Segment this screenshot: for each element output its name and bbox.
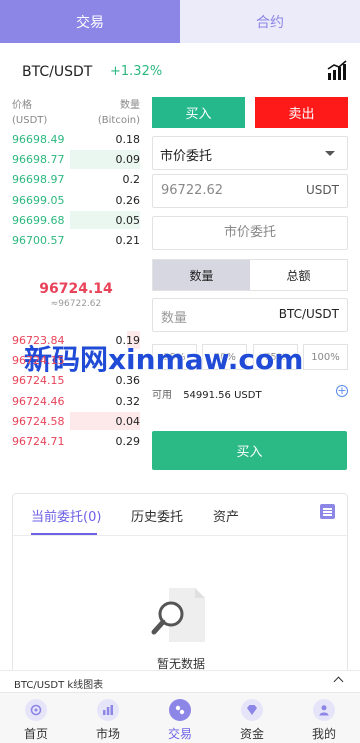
asks-qty: 0.18 — [115, 132, 141, 146]
kline-chart-bar[interactable]: BTC/USDT k线图表 — [0, 670, 360, 692]
bids-price: 96723.84 — [12, 333, 65, 347]
available-value: 54991.56 USDT — [183, 390, 262, 401]
nav-profile-label: 我的 — [311, 727, 336, 741]
chart-icon[interactable] — [326, 60, 348, 82]
orders-panel: 当前委托(0) 历史委托 资产 暂无数据 — [12, 493, 348, 673]
plus-icon[interactable]: + — [336, 385, 348, 397]
bids-row[interactable]: 96724.58 0.04 — [12, 411, 140, 431]
mode-total[interactable]: 总额 — [250, 260, 347, 290]
list-icon[interactable] — [320, 504, 335, 519]
market-order-text: 市价委托 — [223, 225, 276, 240]
trade-icon — [169, 699, 191, 721]
price-unit: USDT — [306, 183, 339, 197]
asks-qty: 0.26 — [115, 193, 141, 207]
quantity-placeholder: 数量 — [161, 311, 188, 326]
asks-row[interactable]: 96698.97 0.2 — [12, 170, 140, 190]
asks-row[interactable]: 96698.77 0.09 — [12, 149, 140, 169]
pair-change: +1.32% — [110, 64, 163, 79]
pair-header: BTC/USDT +1.32% — [0, 56, 360, 90]
orders-tabs: 当前委托(0) 历史委托 资产 — [13, 494, 347, 536]
asks-price: 96698.97 — [12, 173, 65, 187]
buy-side-button[interactable]: 买入 — [152, 97, 245, 128]
market-icon — [97, 699, 119, 721]
bids-qty: 0.29 — [115, 435, 141, 449]
asks-price: 96698.49 — [12, 132, 65, 146]
asks-price: 96698.77 — [12, 152, 65, 166]
bids-price: 96724.15 — [12, 374, 65, 388]
pair-name[interactable]: BTC/USDT — [22, 64, 92, 80]
quantity-input[interactable]: 数量 BTC/USDT — [152, 298, 348, 332]
mode-quantity[interactable]: 数量 — [153, 260, 250, 290]
kline-chart-label: BTC/USDT k线图表 — [14, 680, 104, 691]
asks-qty: 0.09 — [115, 152, 141, 166]
nav-market-label: 市场 — [95, 727, 120, 741]
bids-price: 96724.71 — [12, 435, 65, 449]
order-type-select[interactable]: 市价委托 — [152, 136, 348, 170]
nav-home-label: 首页 — [23, 727, 48, 741]
nav-market[interactable]: 市场 — [72, 693, 144, 743]
tab-trade[interactable]: 交易 — [0, 0, 180, 43]
last-price-approx: ≈96722.62 — [50, 299, 102, 309]
header-price-unit: (USDT) — [12, 115, 48, 126]
tab-order-history[interactable]: 历史委托 — [131, 506, 183, 525]
header-qty-unit: (Bitcoin) — [97, 115, 140, 126]
quantity-unit: BTC/USDT — [278, 307, 339, 321]
nav-trade-label: 交易 — [167, 727, 192, 741]
chevron-down-icon — [325, 151, 335, 156]
asks-row[interactable]: 96699.68 0.05 — [12, 210, 140, 230]
asks-qty: 0.2 — [122, 173, 141, 187]
bids-price: 96724.15 — [12, 353, 65, 367]
asks-price: 96700.57 — [12, 234, 65, 248]
percent-100-button[interactable]: 100% — [302, 344, 348, 370]
price-input[interactable]: 96722.62 USDT — [152, 174, 348, 208]
nav-profile[interactable]: 我的 — [288, 693, 360, 743]
bids-qty: 0.19 — [115, 333, 141, 347]
price-value: 96722.62 — [161, 183, 224, 198]
bids-row[interactable]: 96724.46 0.32 — [12, 391, 140, 411]
tab-current-orders[interactable]: 当前委托(0) — [31, 506, 101, 525]
bids-qty: 0.36 — [115, 374, 141, 388]
orderbook-asks: 96698.49 0.18 96698.77 0.09 96698.97 0.2 96699… — [12, 129, 140, 251]
funds-icon — [241, 699, 263, 721]
amount-mode-toggle: 数量 总额 — [152, 259, 348, 291]
bids-price: 96724.46 — [12, 394, 65, 408]
sell-side-button[interactable]: 卖出 — [255, 97, 348, 128]
chevron-up-icon[interactable] — [333, 676, 344, 687]
asks-qty: 0.05 — [115, 213, 141, 227]
asks-row[interactable]: 96700.57 0.21 — [12, 230, 140, 250]
asks-price: 96699.05 — [12, 193, 65, 207]
last-price: 96724.14 — [39, 281, 113, 297]
asks-price: 96699.68 — [12, 213, 65, 227]
orderbook-header: 价格 数量 (USDT) (Bitcoin) — [12, 98, 140, 128]
user-icon — [313, 699, 335, 721]
top-tabs: 交易 合约 — [0, 0, 360, 43]
asks-row[interactable]: 96699.05 0.26 — [12, 190, 140, 210]
header-price: 价格 — [12, 100, 32, 111]
asks-qty: 0.21 — [115, 234, 141, 248]
submit-buy-button[interactable]: 买入 — [152, 431, 347, 470]
asks-row[interactable]: 96698.49 0.18 — [12, 129, 140, 149]
bids-row[interactable]: 96724.71 0.29 — [12, 431, 140, 451]
bids-price: 96724.58 — [12, 414, 65, 428]
empty-data-icon — [151, 588, 205, 642]
bids-qty: 0.32 — [115, 394, 141, 408]
nav-funds[interactable]: 资金 — [216, 693, 288, 743]
market-order-field[interactable]: 市价委托 — [152, 216, 348, 250]
bids-qty: 0.04 — [115, 414, 141, 428]
watermark: 新码网xinmaw.com — [24, 343, 304, 376]
tab-assets[interactable]: 资产 — [213, 506, 239, 525]
nav-trade[interactable]: 交易 — [144, 693, 216, 743]
bottom-nav: 首页 市场 交易 资金 我的 — [0, 692, 360, 743]
header-qty: 数量 — [120, 100, 140, 111]
tab-underline — [31, 533, 97, 535]
available-balance: 可用 54991.56 USDT + — [152, 385, 348, 401]
tab-contract[interactable]: 合约 — [180, 0, 360, 43]
home-icon — [25, 699, 47, 721]
nav-funds-label: 资金 — [239, 727, 264, 741]
order-type-value: 市价委托 — [160, 149, 213, 164]
side-switch: 买入 卖出 — [152, 97, 348, 128]
nav-home[interactable]: 首页 — [0, 693, 72, 743]
available-label: 可用 — [152, 390, 172, 401]
